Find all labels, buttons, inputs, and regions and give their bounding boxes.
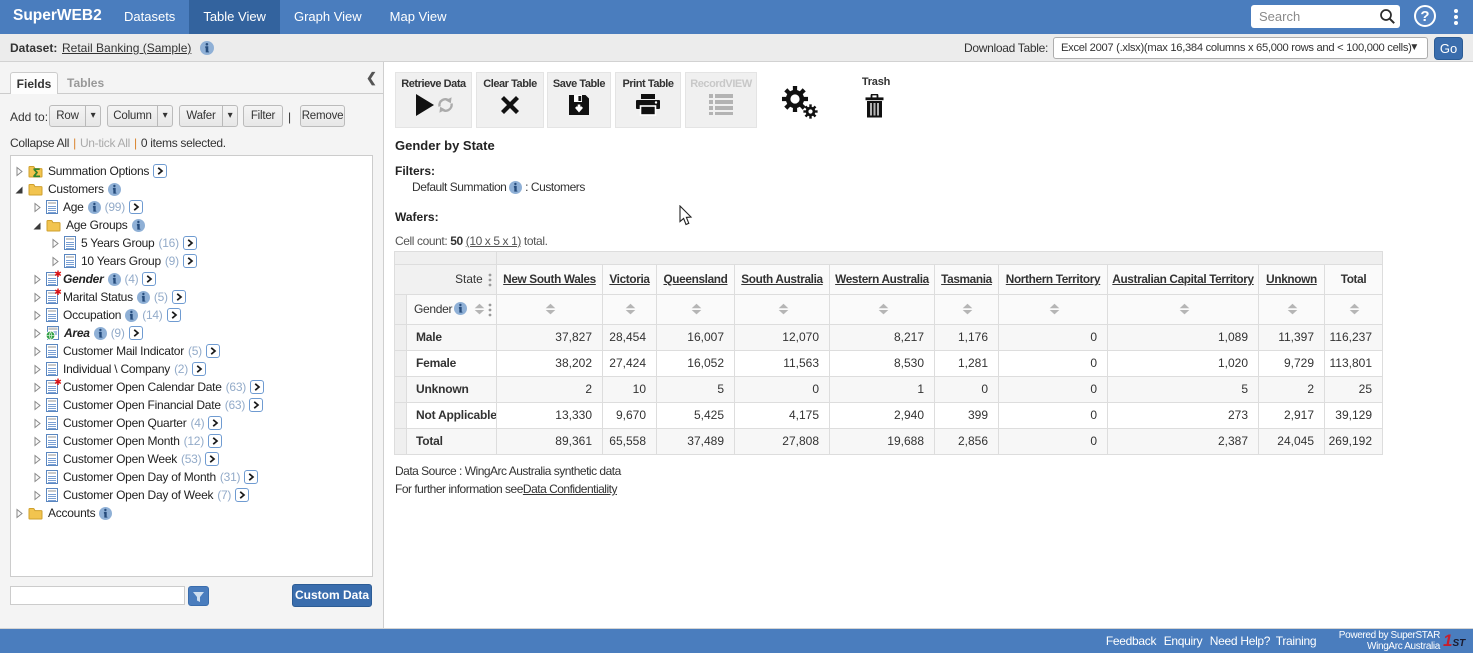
svg-text:Σ: Σ (33, 166, 40, 178)
